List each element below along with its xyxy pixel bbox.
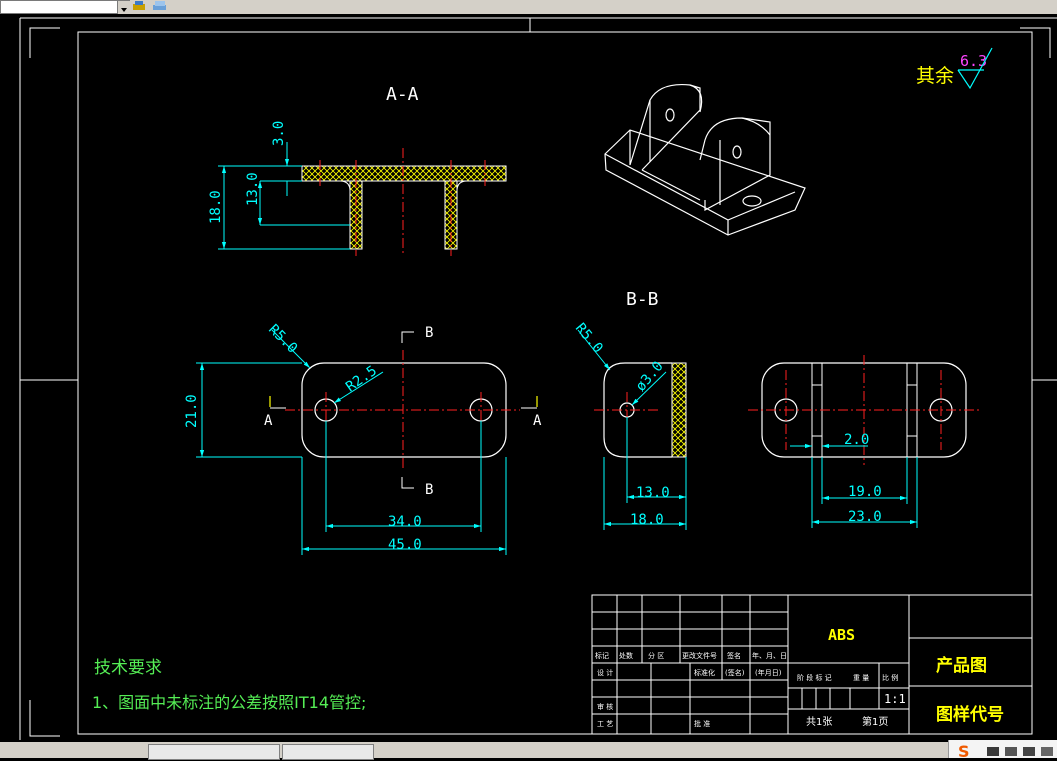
technical-notes: 技术要求 1、图面中未标注的公差按照IT14管控; <box>92 658 366 712</box>
dim-plan-r2-5: R2.5 <box>343 363 380 395</box>
rev-header-mark: 标记 <box>595 651 609 660</box>
role-process: 工 艺 <box>597 720 613 728</box>
dim-aa-3: 3.0 <box>271 121 287 146</box>
cut-mark-a-right: A <box>533 413 542 429</box>
dim-aa-18: 18.0 <box>208 190 224 224</box>
dim-side-18: 18.0 <box>630 512 664 528</box>
front-view: 2.0 19.0 23.0 <box>748 355 980 528</box>
dim-front-19: 19.0 <box>848 484 882 500</box>
section-a-a-label: A-A <box>386 84 419 105</box>
role-approve: 批 准 <box>694 719 710 728</box>
bottom-tabs-bar <box>0 742 1057 760</box>
sheet-border <box>19 17 1057 740</box>
dim-plan-34: 34.0 <box>388 514 422 530</box>
rev-header-sign: 签名 <box>727 651 741 660</box>
cut-mark-b-bottom: B <box>425 482 433 498</box>
stage-header-mark: 阶 段 标 记 <box>797 673 832 682</box>
section-a-a-view: A-A 18.0 13.0 3.0 <box>208 84 507 256</box>
layers-stack-icon[interactable] <box>152 0 168 12</box>
roughness-value: 6.3 <box>960 52 987 70</box>
role-design: 设 计 <box>597 668 613 677</box>
toolbar <box>0 0 1057 14</box>
title-drawing-code: 图样代号 <box>936 704 1004 725</box>
role-review: 审 核 <box>597 702 613 711</box>
roughness-label: 其余 <box>916 65 954 87</box>
layer-icon[interactable] <box>132 0 148 12</box>
plan-view: A A B B 21.0 34.0 45.0 R5.0 R2.5 <box>184 322 542 555</box>
rev-header-count: 处数 <box>619 651 633 660</box>
dim-aa-13: 13.0 <box>245 172 261 206</box>
title-scale: 1:1 <box>884 692 906 706</box>
section-b-b-view: B-B 13.0 18.0 R5.0 ø3.0 <box>572 289 687 530</box>
dim-plan-21: 21.0 <box>184 394 200 428</box>
title-product: 产品图 <box>936 655 987 676</box>
notes-line-1: 1、图面中未标注的公差按照IT14管控; <box>92 693 366 712</box>
dim-side-13: 13.0 <box>636 485 670 501</box>
section-b-b-label: B-B <box>626 289 659 310</box>
chevron-down-icon[interactable] <box>117 1 130 14</box>
dim-front-23: 23.0 <box>848 509 882 525</box>
title-material: ABS <box>828 626 855 644</box>
dim-plan-r5: R5.0 <box>265 322 300 357</box>
stage-header-weight: 重 量 <box>853 674 869 682</box>
surface-roughness-symbol: 其余 6.3 <box>916 47 993 90</box>
stage-header-scale: 比 例 <box>882 673 898 682</box>
rev-header-doc: 更改文件号 <box>682 651 717 660</box>
rev-header-zone: 分 区 <box>648 651 664 660</box>
dim-plan-45: 45.0 <box>388 537 422 553</box>
cut-mark-b-top: B <box>425 325 433 341</box>
role-standard: 标准化 <box>694 668 715 677</box>
cad-drawing-canvas[interactable]: 其余 6.3 A-A 18.0 13.0 3.0 A A B B 21.0 34… <box>0 14 1057 742</box>
dim-front-2: 2.0 <box>844 432 869 448</box>
notes-heading: 技术要求 <box>94 658 162 678</box>
dim-side-r5: R5.0 <box>572 320 606 356</box>
title-sheet-no: 第1页 <box>862 715 888 728</box>
role-date: (年月日) <box>755 668 782 677</box>
title-block: ABS 产品图 图样代号 1:1 共1张 第1页 标记 处数 分 区 更改文件号… <box>591 594 1033 735</box>
rev-header-date: 年、月、日 <box>752 651 787 660</box>
role-sign: (签名) <box>725 668 745 677</box>
cut-mark-a-left: A <box>264 413 273 429</box>
ime-tool-icons[interactable] <box>985 745 1055 757</box>
isometric-view <box>604 83 806 236</box>
layer-dropdown[interactable] <box>0 0 130 14</box>
title-sheets: 共1张 <box>806 716 832 728</box>
sogou-ime-icon[interactable]: S <box>958 742 970 761</box>
